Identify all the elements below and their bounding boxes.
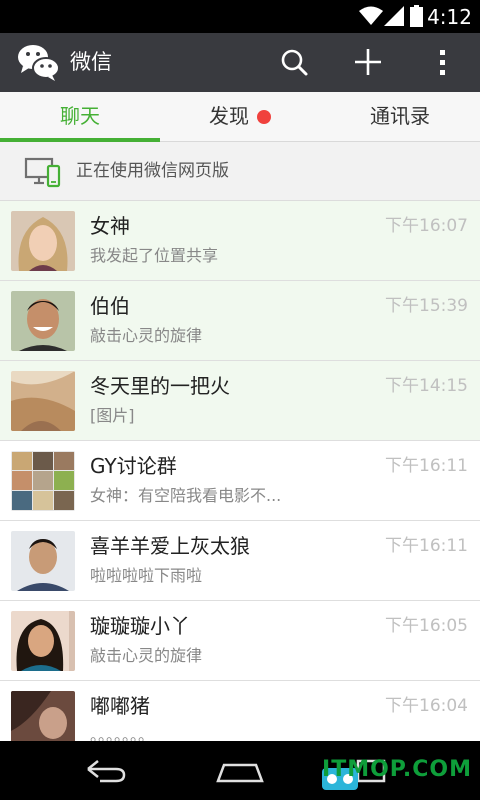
avatar <box>11 211 75 271</box>
chat-time: 下午16:07 <box>385 216 468 236</box>
chat-last-message: 。。。。。。。 <box>90 726 155 741</box>
wechat-logo-icon <box>18 45 60 81</box>
home-icon[interactable] <box>210 751 270 791</box>
chat-name: 伯伯 <box>90 294 130 318</box>
app-bar: 微信 <box>0 33 480 92</box>
search-icon[interactable] <box>272 40 316 84</box>
chat-time: 下午16:04 <box>385 696 468 716</box>
chat-time: 下午15:39 <box>385 296 468 316</box>
unread-dot-badge <box>257 110 271 124</box>
chat-last-message: [图片] <box>90 406 135 425</box>
chat-name: 喜羊羊爱上灰太狼 <box>90 534 250 558</box>
chat-last-message: 女神：有空陪我看电影不... <box>90 486 282 505</box>
avatar <box>11 691 75 741</box>
tab-chats-label: 聊天 <box>60 104 100 128</box>
add-icon[interactable] <box>346 40 390 84</box>
app-title: 微信 <box>70 50 112 74</box>
more-icon[interactable] <box>420 40 464 84</box>
chat-row[interactable]: 冬天里的一把火 [图片] 下午14:15 <box>0 361 480 441</box>
tab-contacts-label: 通讯录 <box>370 104 430 128</box>
watermark-text: ITMOP.COM <box>322 757 472 782</box>
chat-last-message: 啦啦啦啦下雨啦 <box>90 566 203 585</box>
avatar <box>11 371 75 431</box>
tab-contacts[interactable]: 通讯录 <box>320 92 480 142</box>
status-time: 4:12 <box>427 5 472 29</box>
tab-discover-label: 发现 <box>209 104 249 128</box>
group-avatar <box>11 451 75 511</box>
chat-time: 下午14:15 <box>385 376 468 396</box>
avatar <box>11 291 75 351</box>
chat-last-message: 敲击心灵的旋律 <box>90 326 203 345</box>
wifi-icon <box>359 6 383 25</box>
chat-last-message: 我发起了位置共享 <box>90 246 219 265</box>
system-nav-bar: ITMOP.COM <box>0 741 480 800</box>
back-icon[interactable] <box>76 751 136 791</box>
chat-name: 璇璇璇小丫 <box>90 614 190 638</box>
tab-discover[interactable]: 发现 <box>160 92 320 142</box>
web-login-banner[interactable]: 正在使用微信网页版 <box>0 142 480 201</box>
chat-name: 冬天里的一把火 <box>90 374 230 398</box>
battery-icon <box>410 5 423 27</box>
chat-row[interactable]: GY讨论群 女神：有空陪我看电影不... 下午16:11 <box>0 441 480 521</box>
chat-name: 女神 <box>90 214 130 238</box>
chat-name: 嘟嘟猪 <box>90 694 150 718</box>
chat-time: 下午16:11 <box>385 536 468 556</box>
signal-icon <box>384 6 404 26</box>
web-login-text: 正在使用微信网页版 <box>76 161 229 181</box>
chat-row[interactable]: 喜羊羊爱上灰太狼 啦啦啦啦下雨啦 下午16:11 <box>0 521 480 601</box>
chat-time: 下午16:05 <box>385 616 468 636</box>
chat-row[interactable]: 嘟嘟猪 。。。。。。。 下午16:04 <box>0 681 480 741</box>
chat-row[interactable]: 璇璇璇小丫 敲击心灵的旋律 下午16:05 <box>0 601 480 681</box>
chat-list: 女神 我发起了位置共享 下午16:07 伯伯 敲击心灵的旋律 下午15:39 冬… <box>0 201 480 741</box>
avatar <box>11 611 75 671</box>
chat-last-message: 敲击心灵的旋律 <box>90 646 203 665</box>
chat-name: GY讨论群 <box>90 454 177 478</box>
tab-bar: 聊天 发现 通讯录 <box>0 92 480 142</box>
status-bar: 4:12 <box>0 0 480 33</box>
tab-chats[interactable]: 聊天 <box>0 92 160 142</box>
chat-time: 下午16:11 <box>385 456 468 476</box>
chat-row[interactable]: 伯伯 敲击心灵的旋律 下午15:39 <box>0 281 480 361</box>
desktop-phone-icon <box>24 157 61 188</box>
chat-row[interactable]: 女神 我发起了位置共享 下午16:07 <box>0 201 480 281</box>
avatar <box>11 531 75 591</box>
